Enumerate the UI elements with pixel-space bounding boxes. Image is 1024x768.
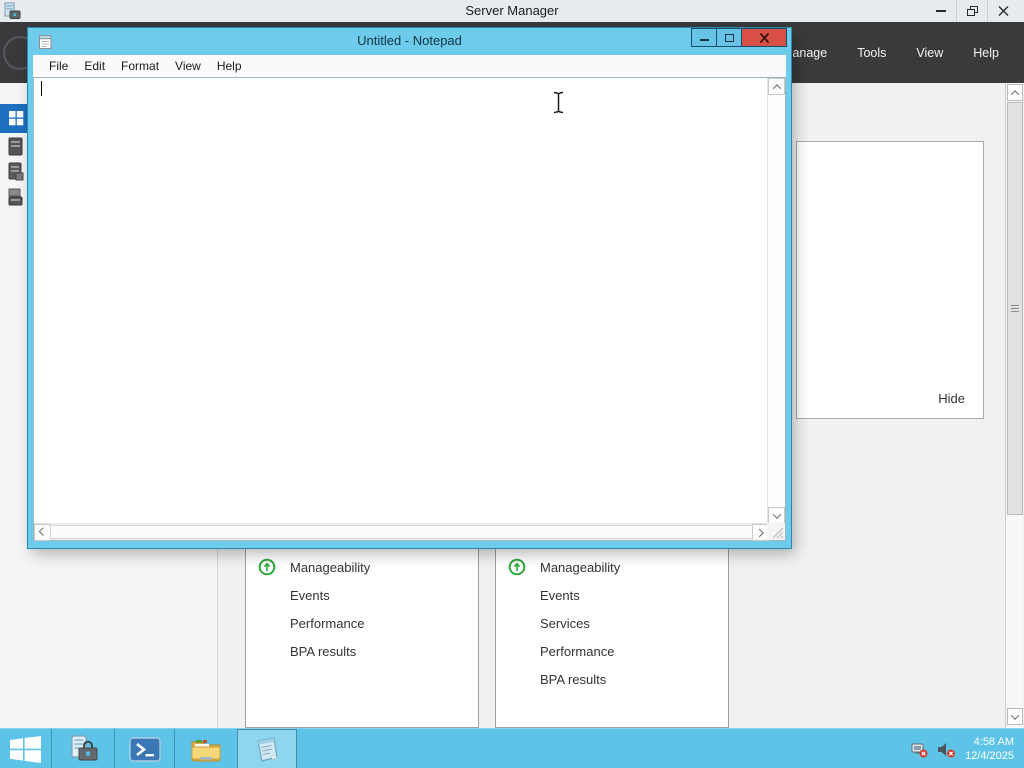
resize-grip[interactable] — [767, 523, 785, 540]
tile-row-label: Events — [540, 587, 580, 603]
status-up-icon — [508, 558, 526, 576]
tile-row-manageability[interactable]: Manageability — [246, 553, 478, 581]
notepad-text-area[interactable] — [33, 77, 786, 541]
np-close-button[interactable] — [741, 28, 787, 47]
hscrollbar-thumb[interactable] — [50, 525, 753, 539]
sm-close-button[interactable] — [987, 0, 1018, 22]
notepad-titlebar[interactable]: Untitled - Notepad — [28, 28, 791, 55]
np-horizontal-scrollbar[interactable] — [34, 523, 769, 541]
scroll-left-button[interactable] — [34, 524, 51, 541]
hide-button[interactable]: Hide — [938, 391, 965, 406]
desktop: Server Manager Manage Tools View Help Ma… — [0, 0, 1024, 768]
tile-row-events[interactable]: Events — [246, 581, 478, 609]
server-manager-window-title: Server Manager — [465, 3, 559, 18]
server-icon[interactable] — [7, 137, 25, 157]
notepad-window: Untitled - Notepad File Edit Format View… — [27, 27, 792, 549]
clock-time: 4:58 AM — [973, 736, 1014, 748]
mouse-cursor-ibeam — [553, 91, 564, 114]
menu-file[interactable]: File — [41, 59, 76, 73]
tile-row-manageability[interactable]: Manageability — [496, 553, 728, 581]
menu-view[interactable]: View — [167, 59, 209, 73]
tile-row-label: Manageability — [540, 559, 621, 575]
servers-group-icon[interactable] — [7, 162, 25, 182]
status-up-icon — [258, 558, 276, 576]
tile-row-label: Performance — [540, 643, 615, 659]
np-minimize-button[interactable] — [691, 28, 716, 47]
menu-format[interactable]: Format — [113, 59, 167, 73]
taskbar-powershell-button[interactable] — [115, 729, 175, 768]
sm-restore-button[interactable] — [956, 0, 987, 22]
menu-help[interactable]: Help — [209, 59, 250, 73]
taskbar-file-explorer-button[interactable] — [175, 729, 236, 768]
tile-row-label: Services — [540, 615, 590, 631]
scroll-down-button[interactable] — [768, 507, 785, 524]
menu-view[interactable]: View — [901, 22, 958, 83]
sm-vertical-scrollbar[interactable] — [1005, 83, 1023, 728]
start-button[interactable] — [0, 729, 52, 768]
sm-minimize-button[interactable] — [925, 0, 956, 22]
windows-logo-icon — [10, 735, 41, 763]
notification-panel: Hide — [796, 141, 984, 419]
tile-row-performance[interactable]: Performance — [246, 609, 478, 637]
minimize-icon — [699, 39, 709, 41]
server-manager-icon — [71, 735, 98, 761]
storage-services-icon[interactable] — [7, 187, 25, 207]
close-icon — [759, 32, 769, 43]
tile-row-bpa-results[interactable]: BPA results — [246, 637, 478, 665]
restore-icon — [966, 6, 978, 16]
np-maximize-button[interactable] — [716, 28, 741, 47]
taskbar-notepad-button[interactable] — [237, 729, 297, 768]
chevron-up-icon — [772, 83, 781, 93]
volume-muted-icon[interactable] — [937, 741, 956, 758]
tile-row-label: Performance — [290, 615, 365, 631]
scroll-up-button[interactable] — [1007, 84, 1023, 101]
tile-row-label: BPA results — [290, 643, 357, 659]
tile-row-services[interactable]: Services — [496, 609, 728, 637]
server-manager-titlebar: Server Manager — [0, 0, 1024, 22]
notepad-menubar: File Edit Format View Help — [33, 55, 786, 77]
server-manager-menus: Manage Tools View Help — [767, 22, 1014, 83]
scroll-up-button[interactable] — [768, 78, 785, 95]
chevron-up-icon — [1010, 89, 1020, 99]
close-icon — [998, 6, 1008, 16]
scrollbar-thumb[interactable] — [1007, 102, 1023, 515]
role-tile-left: Manageability Events Performance BPA res… — [245, 530, 479, 728]
tile-row-label: Events — [290, 587, 330, 603]
chevron-left-icon — [38, 526, 47, 536]
chevron-right-icon — [754, 528, 764, 537]
minimize-icon — [935, 10, 946, 12]
scroll-down-button[interactable] — [1007, 708, 1023, 725]
tile-row-label: Manageability — [290, 559, 371, 575]
taskbar: 4:58 AM 12/4/2025 — [0, 728, 1024, 768]
chevron-down-icon — [1010, 710, 1020, 720]
tile-row-performance[interactable]: Performance — [496, 637, 728, 665]
notepad-icon — [257, 736, 278, 762]
system-tray: 4:58 AM 12/4/2025 — [911, 729, 1024, 768]
tile-row-label: BPA results — [540, 671, 607, 687]
notepad-window-title: Untitled - Notepad — [357, 33, 462, 48]
taskbar-server-manager-button[interactable] — [52, 729, 115, 768]
role-tile-right: Manageability Events Services Performanc… — [495, 530, 729, 728]
menu-edit[interactable]: Edit — [76, 59, 113, 73]
np-vertical-scrollbar[interactable] — [767, 78, 785, 524]
menu-tools[interactable]: Tools — [842, 22, 901, 83]
tile-row-events[interactable]: Events — [496, 581, 728, 609]
dashboard-tiles-icon — [9, 111, 24, 126]
powershell-icon — [128, 736, 161, 762]
network-status-icon[interactable] — [911, 741, 928, 758]
taskbar-clock[interactable]: 4:58 AM 12/4/2025 — [965, 735, 1014, 763]
maximize-icon — [724, 33, 734, 42]
tile-row-bpa-results[interactable]: BPA results — [496, 665, 728, 693]
clock-date: 12/4/2025 — [965, 750, 1014, 762]
text-caret — [41, 81, 42, 96]
menu-help[interactable]: Help — [958, 22, 1014, 83]
file-explorer-icon — [191, 739, 220, 761]
chevron-down-icon — [772, 509, 781, 519]
